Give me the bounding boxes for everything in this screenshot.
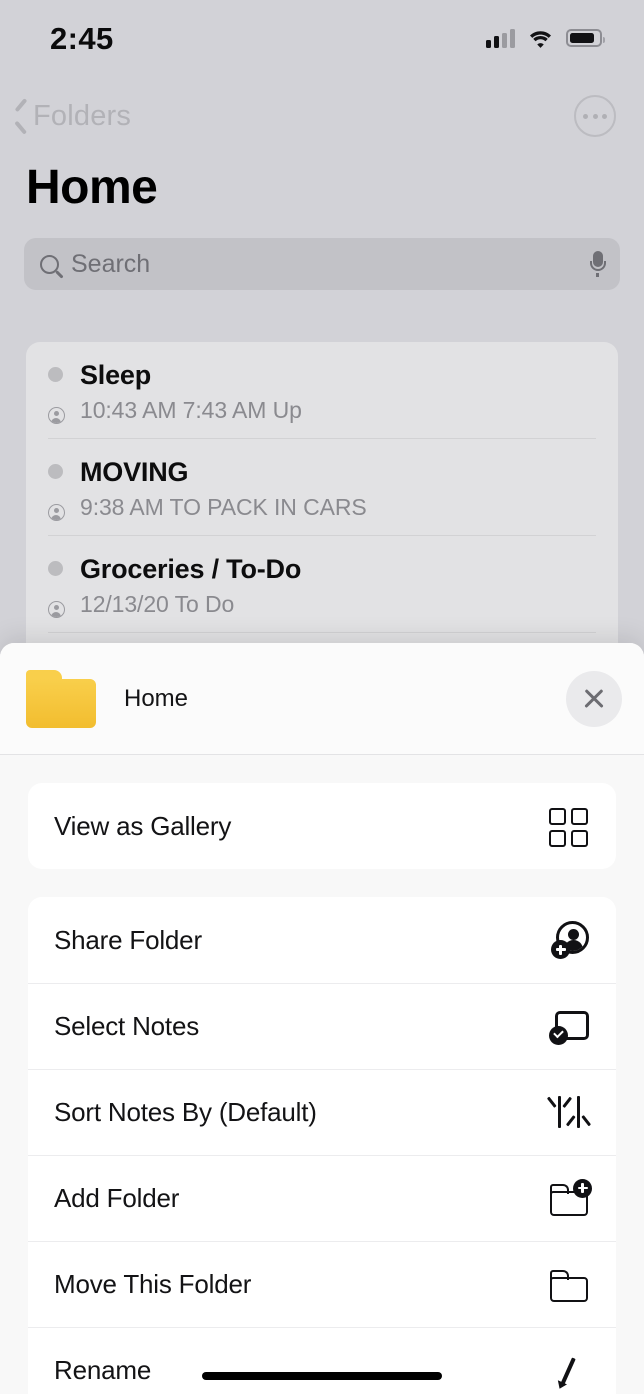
menu-item-label: Add Folder: [54, 1183, 180, 1213]
menu-group-actions: Share Folder Select Notes Sort Notes By …: [28, 897, 616, 1394]
menu-item-sort-notes-by[interactable]: Sort Notes By (Default): [28, 1069, 616, 1155]
search-placeholder: Search: [71, 249, 151, 278]
folder-icon: [544, 1262, 590, 1308]
folder-add-icon: [544, 1176, 592, 1222]
status-bar: 2:45: [0, 0, 644, 72]
more-options-button[interactable]: [574, 95, 616, 137]
note-subtitle: 9:38 AM TO PACK IN CARS: [80, 494, 367, 520]
menu-item-label: View as Gallery: [54, 810, 232, 841]
microphone-icon[interactable]: [589, 251, 606, 277]
note-title: Sleep: [80, 360, 152, 390]
menu-item-view-as-gallery[interactable]: View as Gallery: [28, 783, 616, 869]
person-circle-icon: [48, 407, 65, 424]
back-button-label: Folders: [33, 99, 132, 132]
bullet-dot-icon: [48, 561, 63, 576]
search-input[interactable]: Search: [24, 238, 620, 290]
note-title: Groceries / To-Do: [80, 554, 302, 584]
menu-item-rename[interactable]: Rename: [28, 1327, 616, 1394]
chevron-left-icon: [12, 102, 27, 130]
wifi-icon: [528, 29, 553, 48]
ellipsis-dot: [602, 113, 607, 119]
sort-arrows-icon: [544, 1090, 590, 1136]
grid-icon: [544, 803, 590, 849]
menu-item-select-notes[interactable]: Select Notes: [28, 983, 616, 1069]
ellipsis-dot: [592, 113, 598, 119]
status-time: 2:45: [50, 21, 114, 56]
sheet-title: Home: [124, 684, 189, 712]
list-item[interactable]: Groceries / To-Do 12/13/20 To Do: [48, 535, 596, 632]
close-icon[interactable]: [566, 670, 622, 727]
checkmark-square-icon: [544, 1004, 590, 1050]
pencil-icon: [544, 1348, 590, 1394]
menu-item-move-this-folder[interactable]: Move This Folder: [28, 1241, 616, 1327]
person-add-icon: [544, 917, 590, 963]
list-item[interactable]: Sleep 10:43 AM 7:43 AM Up: [48, 342, 596, 438]
sheet-menu: View as Gallery Share Folder Select Note…: [0, 783, 644, 1394]
person-circle-icon: [48, 504, 65, 521]
menu-item-share-folder[interactable]: Share Folder: [28, 897, 616, 983]
status-indicators: [486, 25, 605, 48]
folder-filled-icon: [26, 669, 96, 728]
sheet-header: Home: [0, 643, 644, 755]
note-title: MOVING: [80, 457, 189, 487]
menu-item-label: Sort Notes By (Default): [54, 1097, 317, 1127]
navigation-bar: Folders: [0, 86, 644, 146]
menu-item-label: Share Folder: [54, 924, 202, 955]
search-icon: [40, 254, 59, 274]
menu-item-label: Move This Folder: [54, 1269, 252, 1299]
bullet-dot-icon: [48, 367, 63, 382]
list-item[interactable]: MOVING 9:38 AM TO PACK IN CARS: [48, 438, 596, 535]
folder-options-sheet: Home View as Gallery Share Folder Select…: [0, 643, 644, 1394]
home-indicator[interactable]: [202, 1372, 442, 1380]
bullet-dot-icon: [48, 464, 63, 479]
note-subtitle: 12/13/20 To Do: [80, 591, 235, 617]
cellular-signal-icon: [486, 28, 515, 48]
battery-icon: [566, 29, 605, 47]
menu-item-add-folder[interactable]: Add Folder: [28, 1155, 616, 1241]
person-circle-icon: [48, 601, 65, 618]
menu-item-label: Rename: [54, 1355, 152, 1385]
ellipsis-dot: [583, 113, 588, 119]
note-subtitle: 10:43 AM 7:43 AM Up: [80, 397, 302, 423]
back-to-folders-button[interactable]: Folders: [12, 100, 131, 133]
page-title: Home: [26, 161, 158, 214]
menu-group-view: View as Gallery: [28, 783, 616, 869]
menu-item-label: Select Notes: [54, 1011, 200, 1041]
